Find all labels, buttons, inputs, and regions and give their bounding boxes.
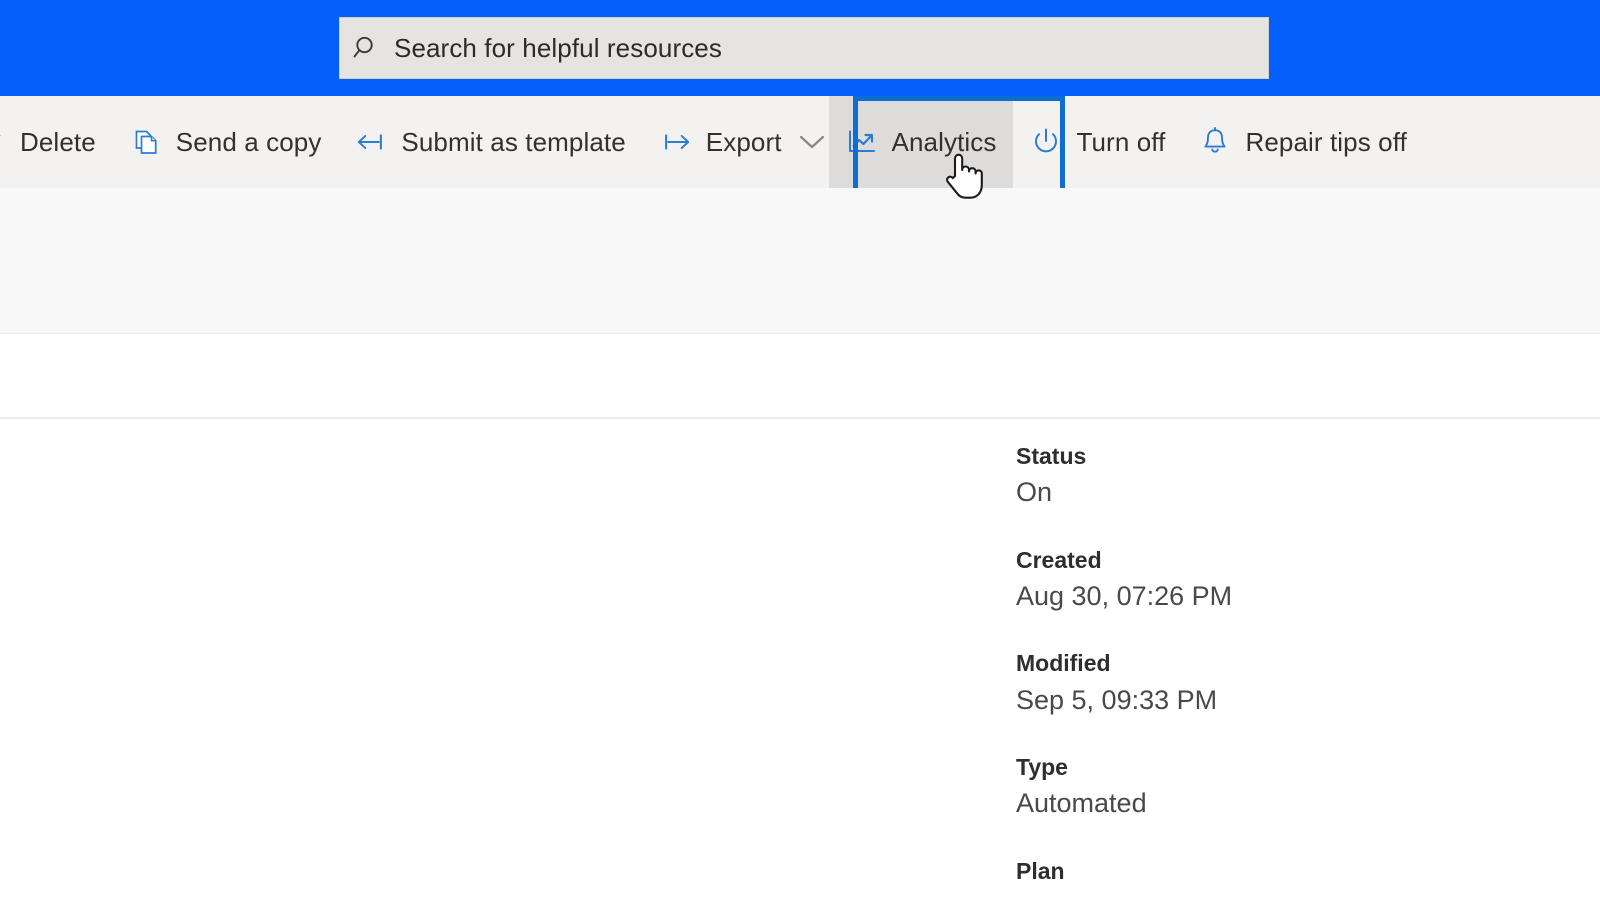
detail-type: Type Automated (1016, 751, 1536, 823)
section-divider (0, 417, 1600, 419)
detail-modified: Modified Sep 5, 09:33 PM (1016, 647, 1536, 719)
analytics-button[interactable]: Analytics (828, 96, 1014, 188)
plan-label: Plan (1016, 857, 1065, 884)
search-icon (340, 17, 394, 79)
submit-as-template-button[interactable]: Submit as template (338, 96, 642, 188)
delete-button[interactable]: Delete (0, 96, 113, 188)
created-label: Created (1016, 546, 1102, 573)
send-a-copy-label: Send a copy (175, 126, 322, 157)
details-panel: Status On Created Aug 30, 07:26 PM Modif… (1016, 440, 1536, 900)
delete-label: Delete (20, 126, 96, 157)
export-button[interactable]: Export (643, 96, 799, 188)
command-bar: Delete Send a copy Submit as template Ex… (0, 96, 1600, 188)
bell-icon (1199, 126, 1231, 158)
power-icon (1030, 126, 1062, 158)
type-label: Type (1016, 754, 1068, 781)
search-input[interactable]: Search for helpful resources (394, 33, 722, 64)
created-value: Aug 30, 07:26 PM (1016, 581, 1233, 612)
submit-as-template-label: Submit as template (401, 126, 626, 157)
repair-tips-off-label: Repair tips off (1245, 126, 1407, 157)
trash-icon (0, 126, 6, 158)
modified-label: Modified (1016, 650, 1111, 677)
chevron-down-icon[interactable] (795, 96, 829, 188)
send-a-copy-button[interactable]: Send a copy (113, 96, 339, 188)
line-chart-icon (846, 126, 878, 158)
modified-value: Sep 5, 09:33 PM (1016, 684, 1218, 715)
export-label: Export (705, 126, 782, 157)
page-title-banner (0, 188, 1600, 334)
status-value: On (1016, 477, 1053, 508)
app-window: Search for helpful resources Delete Send… (0, 0, 1600, 900)
analytics-label: Analytics (891, 126, 997, 157)
turn-off-label: Turn off (1076, 126, 1166, 157)
detail-status: Status On (1016, 440, 1536, 512)
global-search-box[interactable]: Search for helpful resources (339, 17, 1269, 79)
export-icon (660, 126, 692, 158)
repair-tips-off-button[interactable]: Repair tips off (1182, 96, 1423, 188)
detail-created: Created Aug 30, 07:26 PM (1016, 544, 1536, 616)
type-value: Automated (1016, 788, 1147, 819)
status-label: Status (1016, 443, 1087, 469)
content-strip (0, 334, 1600, 417)
turn-off-button[interactable]: Turn off (1013, 96, 1182, 188)
top-header-bar: Search for helpful resources (0, 0, 1600, 96)
submit-template-icon (355, 126, 387, 158)
copy-icon (130, 126, 162, 158)
detail-plan: Plan (1016, 855, 1536, 888)
